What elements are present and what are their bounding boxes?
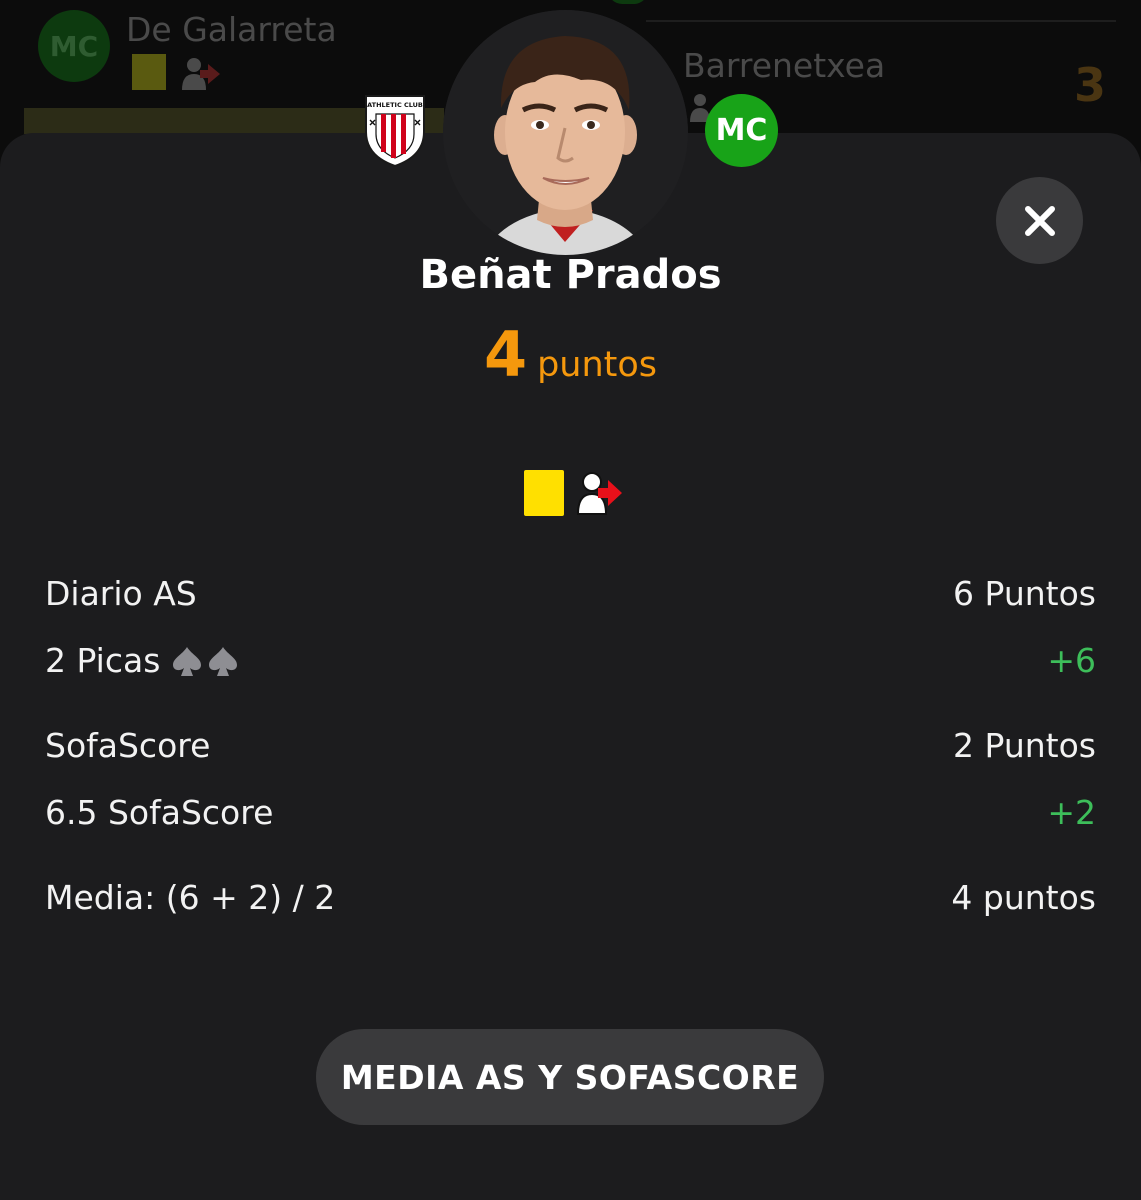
spade-icon [173, 646, 202, 676]
close-icon [1024, 205, 1055, 236]
background-substitution-icon [182, 58, 220, 90]
breakdown-label: Media: (6 + 2) / 2 [45, 878, 336, 917]
breakdown-value: +2 [1047, 793, 1096, 832]
breakdown-row-media: Media: (6 + 2) / 2 4 puntos [45, 878, 1096, 917]
breakdown-value: 6 Puntos [953, 574, 1096, 613]
background-player-name: De Galarreta [126, 10, 337, 49]
svg-text:ATHLETIC CLUB: ATHLETIC CLUB [367, 101, 423, 109]
spade-icon [209, 646, 238, 676]
background-badge-fragment [608, 0, 648, 4]
close-button[interactable] [996, 177, 1083, 264]
club-crest-icon: ATHLETIC CLUB [365, 95, 425, 168]
breakdown-row-picas: 2 Picas +6 [45, 641, 1096, 680]
breakdown-label: 2 Picas [45, 641, 161, 680]
player-name: Beñat Prados [419, 252, 722, 298]
player-photo [443, 10, 688, 255]
media-as-sofascore-button[interactable]: MEDIA AS Y SOFASCORE [316, 1029, 824, 1125]
breakdown-value: +6 [1047, 641, 1096, 680]
breakdown-label: 6.5 SofaScore [45, 793, 274, 832]
match-events [522, 468, 626, 518]
points-unit: puntos [537, 345, 658, 385]
spades-icons [170, 644, 240, 678]
background-yellow-card-icon [132, 54, 166, 90]
breakdown-row-diario-as: Diario AS 6 Puntos [45, 574, 1096, 613]
breakdown-label-wrap: 2 Picas [45, 641, 240, 680]
position-badge: MC [705, 94, 778, 167]
background-player-points: 3 [1074, 58, 1107, 112]
yellow-card-icon [524, 470, 564, 516]
background-divider [646, 20, 1116, 22]
breakdown-value: 4 puntos [951, 878, 1096, 917]
background-player-name: Barrenetxea [683, 46, 886, 85]
breakdown-row-sofascore: SofaScore 2 Puntos [45, 726, 1096, 765]
substitution-out-icon [576, 472, 622, 515]
player-points: 4 puntos [0, 318, 1141, 391]
points-value: 4 [483, 318, 528, 391]
breakdown-row-sofascore-rating: 6.5 SofaScore +2 [45, 793, 1096, 832]
background-position-badge: MC [38, 10, 110, 82]
breakdown-label: Diario AS [45, 574, 197, 613]
breakdown-value: 2 Puntos [953, 726, 1096, 765]
breakdown-label: SofaScore [45, 726, 211, 765]
